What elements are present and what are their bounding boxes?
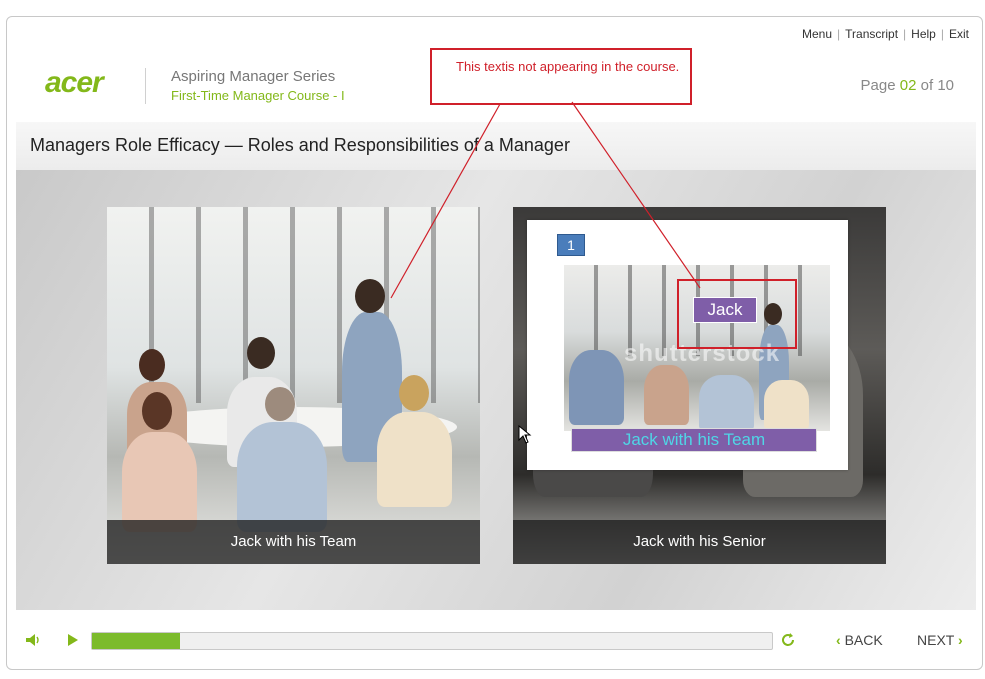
player-controls: ‹ BACK NEXT › — [16, 622, 976, 658]
back-label: BACK — [844, 632, 883, 648]
replay-icon[interactable] — [779, 631, 797, 649]
chevron-right-icon: › — [957, 632, 963, 648]
annotation-arrows — [390, 101, 701, 299]
back-button[interactable]: ‹ BACK — [836, 632, 883, 648]
play-icon[interactable] — [66, 632, 80, 648]
progress-bar[interactable] — [91, 632, 773, 650]
progress-fill — [92, 633, 181, 649]
mouse-cursor-icon — [518, 425, 532, 444]
next-label: NEXT — [917, 632, 955, 648]
volume-icon[interactable] — [25, 632, 41, 648]
next-button[interactable]: NEXT › — [917, 632, 963, 648]
chevron-left-icon: ‹ — [836, 632, 841, 648]
